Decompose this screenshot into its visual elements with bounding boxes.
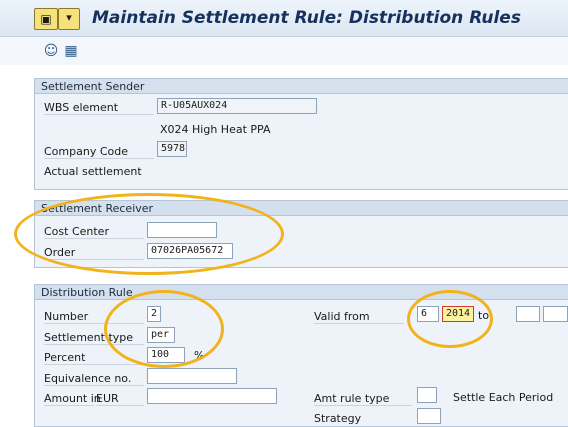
amt-rule-type-label: Amt rule type: [314, 392, 412, 406]
person-icon[interactable]: ☺: [42, 42, 60, 60]
strategy-field[interactable]: [417, 408, 441, 424]
wbs-label: WBS element: [44, 101, 154, 115]
distribution-heading: Distribution Rule: [34, 284, 568, 300]
amount-currency: EUR: [96, 392, 144, 406]
valid-from-label: Valid from: [314, 310, 404, 324]
page-title: Maintain Settlement Rule: Distribution R…: [92, 8, 521, 28]
equivalence-label: Equivalence no.: [44, 372, 144, 386]
org-structure-icon[interactable]: ▦: [62, 42, 80, 60]
number-highlight-ring: [104, 290, 224, 368]
menu-icon[interactable]: ▣: [34, 8, 58, 30]
wbs-field[interactable]: R-U05AUX024: [157, 98, 317, 114]
valid-to-year-field[interactable]: [543, 306, 568, 322]
valid-to-period-field[interactable]: [516, 306, 540, 322]
equivalence-field[interactable]: [147, 368, 237, 384]
company-code-label: Company Code: [44, 145, 154, 159]
menu-dropdown-icon[interactable]: ▾: [58, 8, 80, 30]
amount-field[interactable]: [147, 388, 277, 404]
amount-label: Amount in: [44, 392, 101, 406]
wbs-description: X024 High Heat PPA: [160, 123, 271, 136]
valid-from-highlight-ring: [407, 290, 493, 348]
amt-rule-type-field[interactable]: [417, 387, 437, 403]
toolbar: [0, 37, 568, 65]
sender-heading: Settlement Sender: [34, 78, 568, 94]
settlement-kind-text: Actual settlement: [44, 165, 142, 178]
company-code-field[interactable]: 5978: [157, 141, 187, 157]
receiver-highlight-ring: [14, 193, 284, 275]
settle-each-period-label: Settle Each Period: [453, 391, 554, 404]
strategy-label: Strategy: [314, 412, 362, 425]
